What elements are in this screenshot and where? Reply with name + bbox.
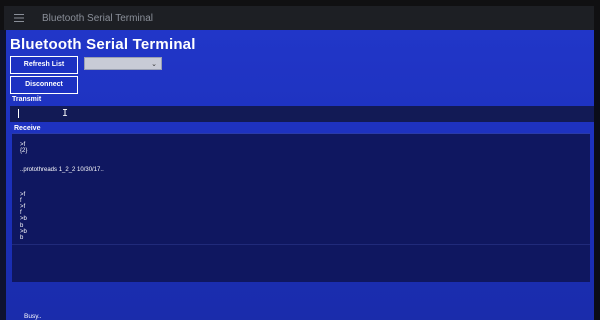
title-bar: Bluetooth Serial Terminal xyxy=(4,6,594,30)
receive-output[interactable]: >f {2} ..protothreads 1_2_2 10/30/17.. >… xyxy=(12,133,590,282)
device-select[interactable]: ⌄ xyxy=(84,57,162,70)
receive-log: >f {2} ..protothreads 1_2_2 10/30/17.. >… xyxy=(20,142,104,242)
bezel-left xyxy=(0,30,6,320)
status-text: Busy.. xyxy=(24,313,42,320)
refresh-list-button[interactable]: Refresh List xyxy=(10,56,78,74)
hamburger-menu-icon[interactable] xyxy=(4,14,34,22)
ibeam-cursor-icon: I xyxy=(62,108,69,119)
chevron-down-icon: ⌄ xyxy=(151,61,157,68)
window-title: Bluetooth Serial Terminal xyxy=(42,12,153,24)
divider xyxy=(12,244,590,245)
transmit-label: Transmit xyxy=(12,96,42,103)
transmit-input[interactable]: I xyxy=(10,106,594,122)
disconnect-button[interactable]: Disconnect xyxy=(10,76,78,94)
app-content: Bluetooth Serial Terminal Refresh List ⌄… xyxy=(4,30,594,320)
page-title: Bluetooth Serial Terminal xyxy=(10,36,196,53)
receive-label: Receive xyxy=(14,125,41,132)
text-caret xyxy=(18,109,19,118)
